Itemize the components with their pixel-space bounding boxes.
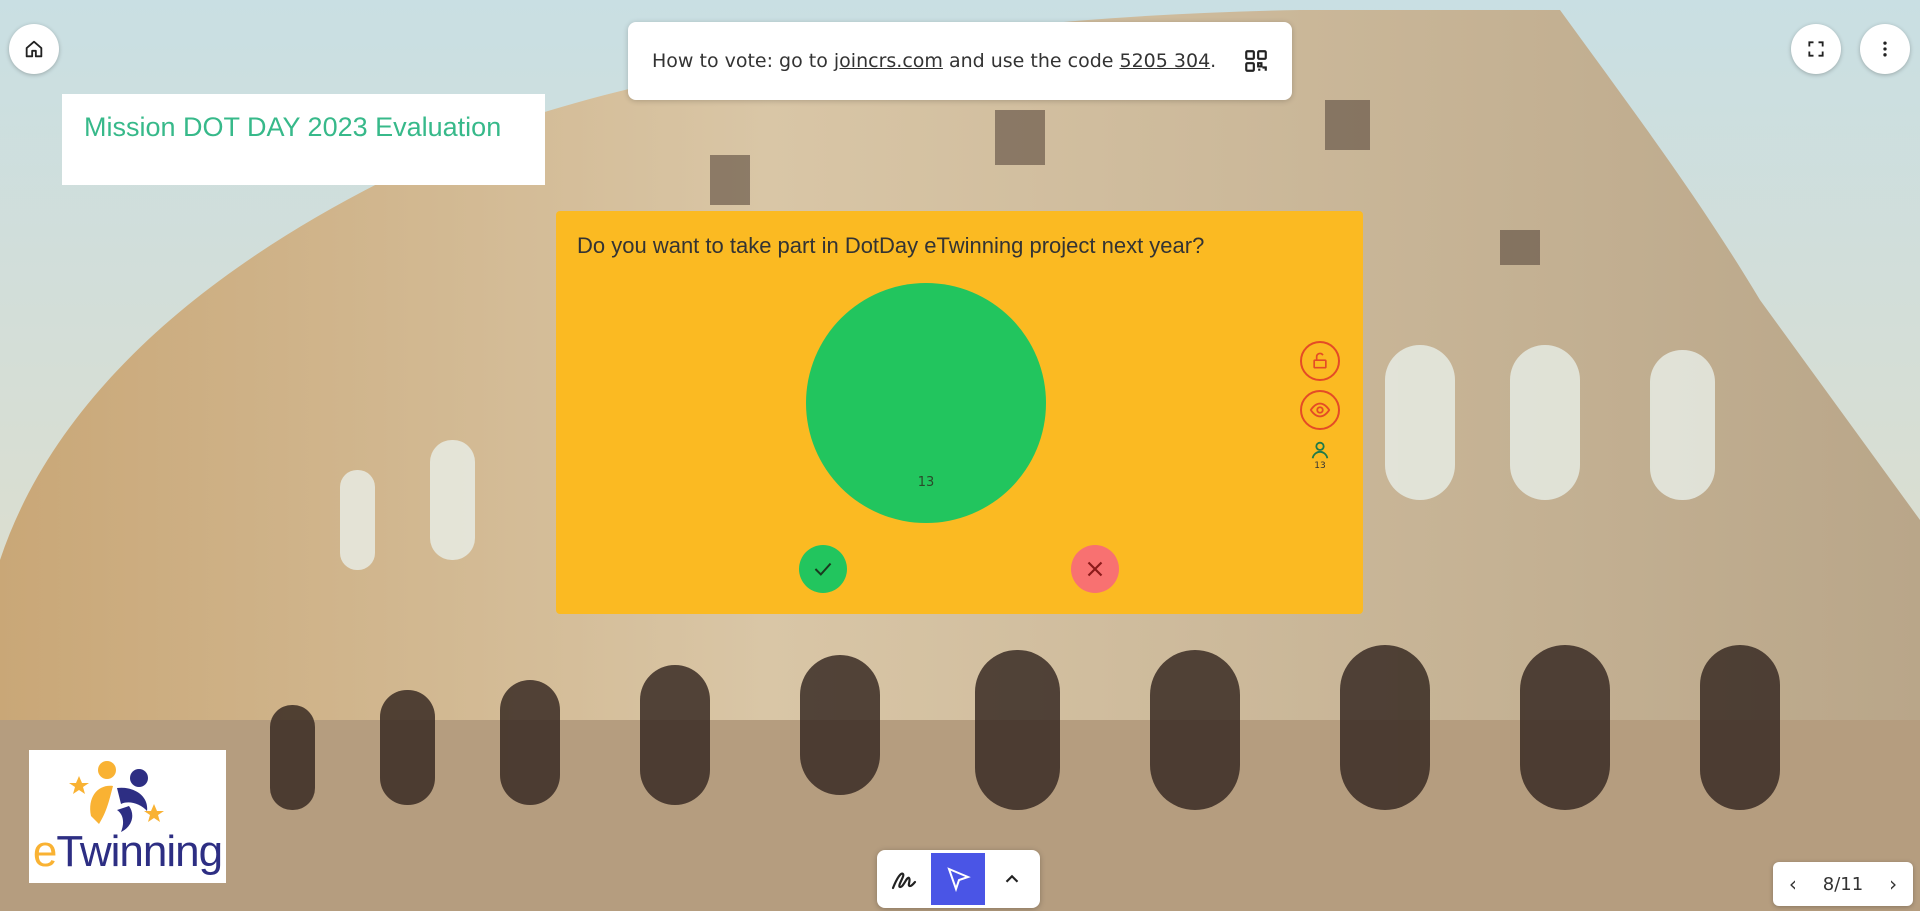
prev-slide-button[interactable]: ‹ xyxy=(1783,872,1803,896)
fullscreen-button[interactable] xyxy=(1791,24,1841,74)
lock-toggle-button[interactable] xyxy=(1300,341,1340,381)
cursor-arrow-icon xyxy=(947,867,971,893)
vote-suffix: . xyxy=(1210,50,1217,72)
eye-icon xyxy=(1309,402,1331,418)
etwinning-logo: eTwinning xyxy=(29,750,226,883)
slide-counter: 8/11 xyxy=(1822,873,1864,895)
vote-instructions-banner: How to vote: go to joincrs.com and use t… xyxy=(628,22,1292,100)
logo-rest: Twinning xyxy=(56,827,223,876)
vote-site-link[interactable]: joincrs.com xyxy=(834,50,943,72)
slide-title: Mission DOT DAY 2023 Evaluation xyxy=(62,94,545,185)
poll-question: Do you want to take part in DotDay eTwin… xyxy=(577,233,1205,258)
poll-pie-chart: 13 xyxy=(806,283,1046,523)
vote-middle: and use the code xyxy=(948,50,1114,72)
visibility-toggle-button[interactable] xyxy=(1300,390,1340,430)
drawing-toolbar xyxy=(877,850,1040,908)
vote-prefix: How to vote: go to xyxy=(652,50,828,72)
answer-no-button[interactable] xyxy=(1071,545,1119,593)
more-options-button[interactable] xyxy=(1860,24,1910,74)
logo-e: e xyxy=(32,827,58,876)
qr-code-button[interactable] xyxy=(1242,47,1270,75)
answer-yes-button[interactable] xyxy=(799,545,847,593)
chevron-up-icon xyxy=(1005,874,1019,883)
more-vertical-icon xyxy=(1883,41,1887,57)
unlock-icon xyxy=(1313,352,1327,369)
user-icon xyxy=(1311,441,1329,459)
poll-card: Do you want to take part in DotDay eTwin… xyxy=(556,211,1363,614)
check-icon xyxy=(814,562,832,576)
etwinning-figure-icon xyxy=(69,761,164,832)
slide-pager: ‹ 8/11 › xyxy=(1773,862,1913,906)
pie-label-yes: 13 xyxy=(918,475,935,490)
pointer-tool-button[interactable] xyxy=(931,853,985,905)
toolbar-expand-button[interactable] xyxy=(985,853,1039,905)
vote-code[interactable]: 5205 304 xyxy=(1120,50,1211,72)
close-icon xyxy=(1087,561,1103,577)
participants-indicator: 13 xyxy=(1307,439,1333,471)
qr-code-icon xyxy=(1245,50,1268,72)
fullscreen-icon xyxy=(1808,41,1824,57)
home-button[interactable] xyxy=(9,24,59,74)
pen-scribble-icon xyxy=(891,872,917,890)
next-slide-button[interactable]: › xyxy=(1883,872,1903,896)
etwinning-wordmark: eTwinning xyxy=(29,827,226,877)
home-icon xyxy=(25,40,43,58)
participants-count: 13 xyxy=(1314,461,1326,471)
pen-tool-button[interactable] xyxy=(877,853,931,905)
presentation-stage: How to vote: go to joincrs.com and use t… xyxy=(0,0,1920,911)
